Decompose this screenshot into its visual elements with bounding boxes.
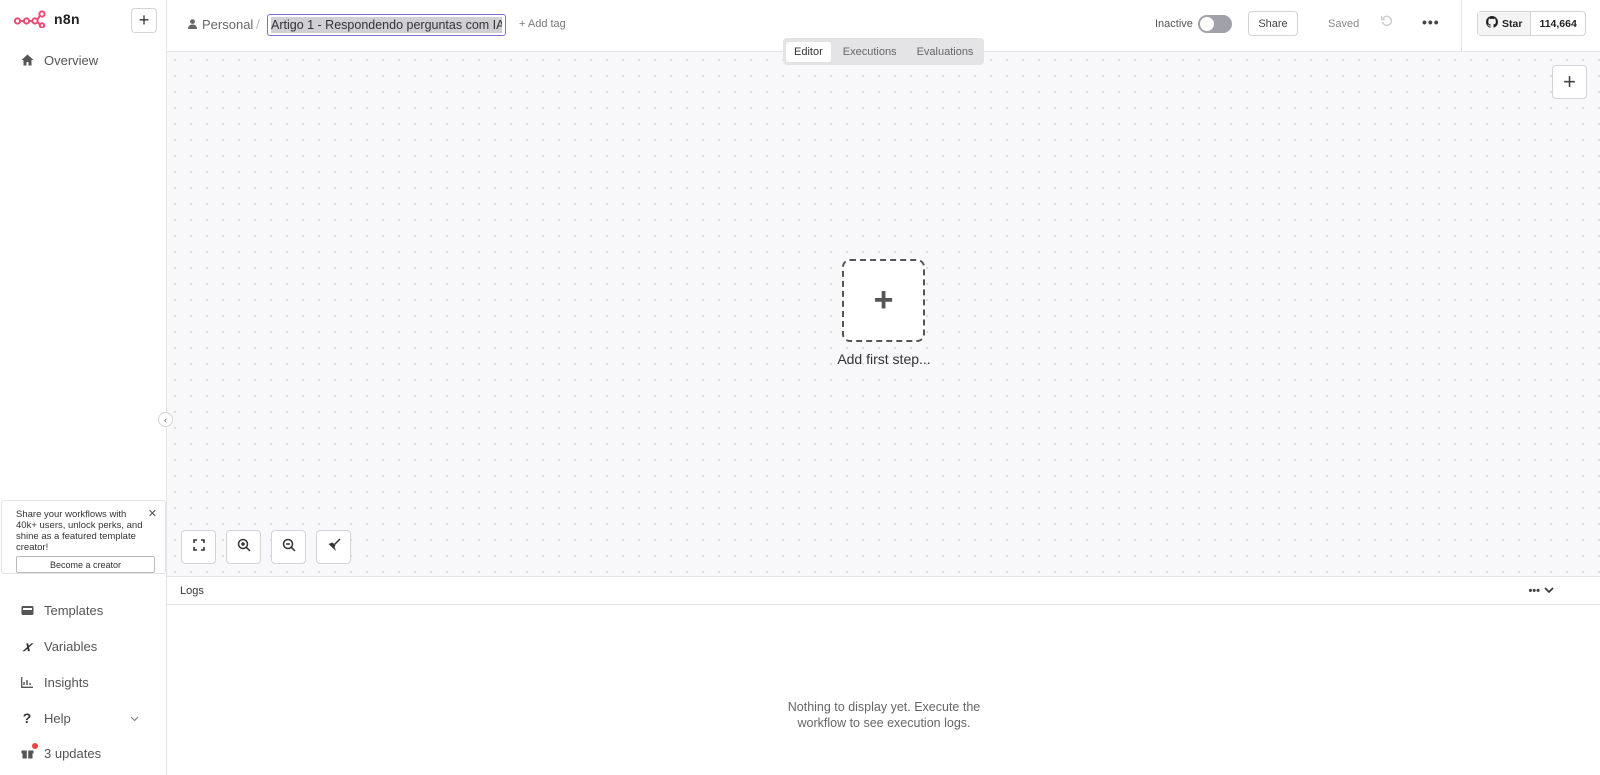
breadcrumb-separator: / xyxy=(256,16,260,32)
saved-status: Saved xyxy=(1328,18,1360,30)
more-options-icon[interactable]: ••• xyxy=(1422,14,1440,30)
sidebar: n8n + Overview ‹ Share your workflows wi… xyxy=(0,0,173,775)
sidebar-item-updates[interactable]: 3 updates xyxy=(20,743,101,763)
tab-executions[interactable]: Executions xyxy=(835,42,905,62)
github-star-count: 114,664 xyxy=(1539,17,1577,30)
view-tabs: Editor Executions Evaluations xyxy=(783,38,984,65)
zoom-in-icon xyxy=(237,538,251,557)
add-first-step-button[interactable]: + xyxy=(842,259,925,342)
open-nodes-panel-button[interactable]: + xyxy=(1552,65,1587,99)
chevron-left-icon: ‹ xyxy=(164,414,167,425)
logs-more-icon[interactable]: ••• xyxy=(1528,585,1540,597)
activation-toggle[interactable] xyxy=(1198,15,1232,33)
broom-icon xyxy=(327,537,341,557)
insights-icon xyxy=(20,675,34,689)
fit-view-icon xyxy=(192,538,205,556)
become-creator-button[interactable]: Become a creator xyxy=(16,556,155,573)
undo-icon[interactable] xyxy=(1380,15,1393,30)
sidebar-item-label: Templates xyxy=(44,602,104,618)
help-icon: ? xyxy=(22,710,32,726)
add-tag-button[interactable]: + Add tag xyxy=(519,18,566,30)
create-new-button[interactable]: + xyxy=(131,8,157,33)
logs-title: Logs xyxy=(180,584,204,597)
n8n-logo-icon xyxy=(14,10,46,28)
plus-icon: + xyxy=(873,281,894,319)
tab-evaluations[interactable]: Evaluations xyxy=(909,42,982,62)
fit-view-button[interactable] xyxy=(181,530,216,564)
workflow-name-input[interactable]: Artigo 1 - Respondendo perguntas com IA xyxy=(267,14,506,36)
sidebar-item-label: 3 updates xyxy=(44,745,102,761)
project-name: Personal xyxy=(202,17,254,32)
logs-header[interactable]: Logs xyxy=(167,577,1600,605)
collapse-sidebar-button[interactable]: ‹ xyxy=(158,412,173,427)
share-button[interactable]: Share xyxy=(1248,11,1298,36)
tidy-up-button[interactable] xyxy=(316,530,351,564)
plus-icon: + xyxy=(1563,69,1576,94)
zoom-out-button[interactable] xyxy=(271,530,306,564)
zoom-out-icon xyxy=(282,538,296,557)
workflow-name-text: Artigo 1 - Respondendo perguntas com IA xyxy=(271,17,502,33)
sidebar-item-label: Insights xyxy=(44,674,89,690)
logs-panel: Logs ••• Nothing to display yet. Execute… xyxy=(167,576,1600,775)
sidebar-item-label: Overview xyxy=(44,52,99,68)
logs-empty-message: Nothing to display yet. Execute the work… xyxy=(787,700,981,730)
workflow-canvas[interactable]: + + Add first step... xyxy=(167,52,1600,576)
chevron-down-icon xyxy=(130,710,139,725)
home-icon xyxy=(20,53,34,67)
collapse-logs-icon[interactable] xyxy=(1543,583,1557,597)
zoom-in-button[interactable] xyxy=(226,530,261,564)
templates-icon xyxy=(20,603,34,617)
github-icon xyxy=(1486,16,1498,31)
github-star-button[interactable]: Star 114,664 xyxy=(1477,11,1586,36)
sidebar-item-label: Help xyxy=(44,710,71,726)
brand-name: n8n xyxy=(54,11,80,27)
plus-icon: + xyxy=(138,10,150,30)
close-icon[interactable]: ✕ xyxy=(148,507,157,520)
sidebar-item-help[interactable]: ? Help xyxy=(20,708,140,728)
n8n-logo[interactable]: n8n xyxy=(14,10,80,28)
workflow-header: Personal / Artigo 1 - Respondendo pergun… xyxy=(167,0,1600,65)
toggle-knob xyxy=(1200,17,1214,31)
variables-icon: 𝑥 xyxy=(23,637,31,654)
sidebar-item-variables[interactable]: 𝑥 Variables xyxy=(20,636,97,656)
promo-text: Share your workflows with 40k+ users, un… xyxy=(16,509,143,553)
creator-promo-card: Share your workflows with 40k+ users, un… xyxy=(1,500,166,574)
activation-status: Inactive xyxy=(1155,18,1193,30)
gift-icon xyxy=(20,743,38,760)
header-divider xyxy=(1461,0,1462,51)
sidebar-item-templates[interactable]: Templates xyxy=(20,600,103,620)
sidebar-item-overview[interactable]: Overview xyxy=(20,50,98,70)
breadcrumb-project[interactable]: Personal xyxy=(188,17,253,32)
add-first-step-label: Add first step... xyxy=(837,351,931,367)
tab-editor[interactable]: Editor xyxy=(786,41,831,62)
sidebar-item-insights[interactable]: Insights xyxy=(20,672,89,692)
sidebar-item-label: Variables xyxy=(44,638,98,654)
notification-dot xyxy=(32,743,38,749)
github-star-label: Star xyxy=(1502,17,1523,30)
user-icon xyxy=(188,17,197,32)
